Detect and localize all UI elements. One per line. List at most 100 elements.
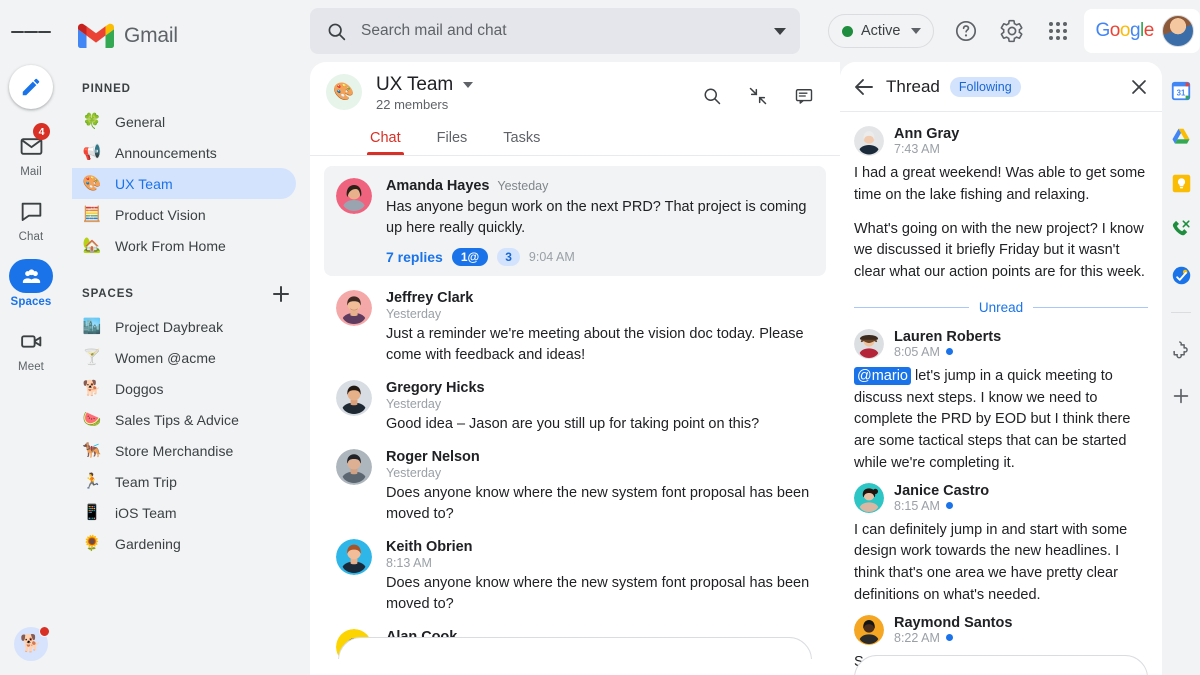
room-tabs: Chat Files Tasks — [367, 124, 824, 155]
spaces-section-header: SPACES — [62, 279, 310, 309]
message-time: Yesterday — [386, 466, 442, 481]
add-space-plus-icon[interactable] — [270, 283, 292, 305]
puzzle-piece-icon[interactable] — [1170, 339, 1192, 361]
sidebar-item-ux-team[interactable]: 🎨 UX Team — [72, 168, 296, 199]
thread-composer[interactable] — [854, 655, 1148, 675]
drive-icon[interactable] — [1170, 126, 1192, 148]
sidebar-label-general: General — [115, 113, 166, 130]
sidebar-item-project-daybreak[interactable]: 🏙️ Project Daybreak — [72, 311, 296, 342]
sidebar-item-store-merchandise[interactable]: 🐕‍🦺 Store Merchandise — [72, 435, 296, 466]
replies-link[interactable]: 7 replies — [386, 249, 443, 265]
rail-item-meet[interactable]: Meet — [0, 324, 62, 373]
sidebar-item-announcements[interactable]: 📢 Announcements — [72, 137, 296, 168]
women-acme-emoji-icon: 🍸 — [82, 349, 102, 366]
spaces-title: SPACES — [82, 288, 134, 300]
message-time: Yesterday — [386, 397, 442, 412]
following-badge[interactable]: Following — [949, 76, 1021, 97]
calendar-icon[interactable]: 31 — [1170, 80, 1192, 102]
room-chevron-down-icon[interactable] — [463, 82, 474, 88]
account-chip[interactable]: Google — [1083, 9, 1200, 53]
message-row[interactable]: Roger Nelson Yesterday Does anyone know … — [324, 435, 826, 525]
message-body: Amanda Hayes Yesteday Has anyone begun w… — [386, 178, 814, 267]
thread-message-time: 7:43 AM — [894, 142, 959, 156]
add-app-plus-icon[interactable] — [1170, 385, 1192, 407]
replies-time: 9:04 AM — [528, 250, 575, 265]
close-icon[interactable] — [1128, 76, 1150, 98]
rail-label-mail: Mail — [20, 166, 42, 178]
threads-button[interactable] — [784, 76, 824, 116]
sidebar-item-team-trip[interactable]: 🏃 Team Trip — [72, 466, 296, 497]
sidebar-label-project-daybreak: Project Daybreak — [115, 318, 224, 335]
announcements-emoji-icon: 📢 — [82, 144, 102, 161]
sidebar-label-announcements: Announcements — [115, 144, 217, 161]
threads-icon — [795, 89, 813, 104]
chat-room-panel: 🎨 UX Team 22 members Chat Files Tasks Am… — [310, 62, 840, 675]
message-row[interactable]: Gregory Hicks Yesterday Good idea – Jaso… — [324, 366, 826, 435]
unread-separator: Unread — [854, 300, 1148, 315]
search-room-button[interactable] — [692, 76, 732, 116]
sidebar-item-work-from-home[interactable]: 🏡 Work From Home — [72, 230, 296, 261]
sidebar-item-gardening[interactable]: 🌻 Gardening — [72, 528, 296, 559]
thread-message[interactable]: Janice Castro 8:15 AM I can definitely j… — [854, 475, 1148, 607]
thread-message[interactable]: Ann Gray 7:43 AM I had a great weekend! … — [854, 118, 1148, 284]
tab-tasks[interactable]: Tasks — [503, 124, 540, 155]
project-daybreak-emoji-icon: 🏙️ — [82, 318, 102, 335]
message-header: Amanda Hayes Yesteday — [386, 178, 814, 194]
message-sender: Gregory Hicks — [386, 380, 485, 397]
message-sender: Jeffrey Clark — [386, 290, 474, 307]
help-button[interactable] — [946, 11, 986, 51]
sidebar-item-product-vision[interactable]: 🧮 Product Vision — [72, 199, 296, 230]
rail-item-mail[interactable]: 4 Mail — [0, 123, 62, 178]
compose-button[interactable] — [9, 65, 53, 109]
settings-button[interactable] — [992, 11, 1032, 51]
sales-tips-emoji-icon: 🍉 — [82, 411, 102, 428]
back-arrow-icon[interactable] — [852, 75, 876, 99]
message-row[interactable]: Keith Obrien 8:13 AM Does anyone know wh… — [324, 525, 826, 615]
mention-chip[interactable]: @mario — [854, 366, 911, 385]
thread-time-text: 8:05 AM — [894, 344, 940, 359]
google-apps-button[interactable] — [1038, 11, 1078, 51]
thread-message-sender: Lauren Roberts — [894, 328, 1002, 345]
unread-label: Unread — [978, 299, 1024, 315]
sidebar-item-sales-tips[interactable]: 🍉 Sales Tips & Advice — [72, 404, 296, 435]
addon-glyph-icon — [1173, 341, 1188, 359]
tab-chat[interactable]: Chat — [367, 124, 404, 155]
message-composer[interactable] — [338, 637, 812, 659]
status-chevron-down-icon — [910, 28, 921, 34]
search-input[interactable]: Search mail and chat — [310, 8, 800, 54]
thread-message[interactable]: Lauren Roberts 8:05 AM @mario let's jump… — [854, 321, 1148, 475]
gmail-brand[interactable]: Gmail — [62, 12, 310, 56]
thread-message-sender: Ann Gray — [894, 126, 960, 142]
sidebar-item-women-acme[interactable]: 🍸 Women @acme — [72, 342, 296, 373]
message-text: Good idea – Jason are you still up for t… — [386, 416, 760, 433]
search-options-chevron-down-icon[interactable] — [774, 27, 786, 35]
sidebar-item-ios-team[interactable]: 📱 iOS Team — [72, 497, 296, 528]
unread-dot-icon — [945, 348, 953, 356]
unread-line-right — [1033, 306, 1148, 308]
message-time: 8:13 AM — [386, 556, 432, 571]
primary-nav-rail: 4 Mail Chat Spaces Meet 🐕 — [0, 0, 62, 675]
hamburger-icon[interactable] — [11, 12, 51, 52]
account-avatar[interactable] — [1161, 15, 1194, 47]
app-grid-icon — [1048, 22, 1067, 40]
replies-row[interactable]: 7 replies 1@ 3 9:04 AM — [386, 248, 814, 267]
tab-files[interactable]: Files — [437, 124, 468, 155]
rail-label-meet: Meet — [18, 361, 44, 373]
spaces-list: 🏙️ Project Daybreak 🍸 Women @acme 🐕 Dogg… — [62, 309, 310, 559]
keep-icon[interactable] — [1170, 172, 1192, 194]
store-merchandise-emoji-icon: 🐕‍🦺 — [82, 442, 102, 459]
voice-icon[interactable] — [1170, 218, 1192, 240]
chat-icon-box — [9, 194, 53, 228]
message-body: Gregory Hicks Yesterday Good idea – Jaso… — [386, 380, 814, 435]
tasks-icon[interactable] — [1170, 264, 1192, 286]
sidebar-item-general[interactable]: 🍀 General — [72, 106, 296, 137]
rail-item-spaces[interactable]: Spaces — [0, 259, 62, 308]
doggos-space-avatar[interactable]: 🐕 — [14, 626, 50, 661]
sidebar-item-doggos[interactable]: 🐕 Doggos — [72, 373, 296, 404]
message-card-highlighted[interactable]: Amanda Hayes Yesteday Has anyone begun w… — [324, 166, 826, 277]
status-badge[interactable]: Active — [828, 14, 934, 48]
message-row[interactable]: Jeffrey Clark Yesterday Just a reminder … — [324, 276, 826, 366]
collapse-button[interactable] — [738, 76, 778, 116]
rail-item-chat[interactable]: Chat — [0, 194, 62, 243]
search-icon — [328, 23, 346, 40]
